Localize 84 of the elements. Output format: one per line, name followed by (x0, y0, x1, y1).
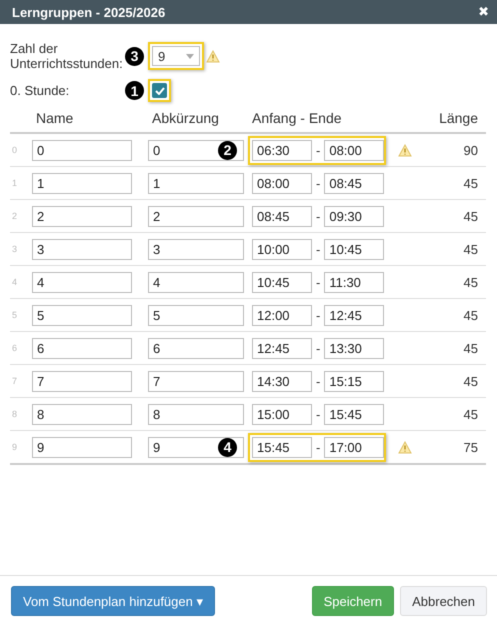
end-time-input[interactable]: 09:30 (324, 206, 384, 226)
name-input[interactable]: 0 (32, 140, 132, 160)
column-header: Anfang - Ende (252, 110, 343, 126)
start-time-input[interactable]: 06:30 (252, 140, 312, 160)
range-separator: - (316, 440, 320, 454)
range-separator: - (316, 176, 320, 190)
row-number: 7 (11, 376, 18, 386)
caret-icon (186, 54, 194, 58)
name-input[interactable]: 1 (32, 172, 132, 194)
name-input[interactable]: 5 (32, 304, 132, 326)
start-time-input[interactable]: 15:45 (252, 436, 312, 458)
duration-text: 45 (462, 208, 478, 224)
end-time-input[interactable]: 15:45 (324, 404, 384, 424)
row-number: 2 (11, 211, 18, 221)
duration-text: 45 (462, 374, 478, 388)
end-time-input[interactable]: 15:15 (324, 370, 384, 392)
range-separator: - (316, 406, 320, 422)
row-number: 1 (11, 178, 18, 188)
duration-text: 75 (462, 440, 478, 454)
check-icon (154, 86, 164, 94)
duration-text: 45 (462, 406, 478, 422)
name-input[interactable]: 2 (32, 206, 132, 226)
column-header: Länge (438, 110, 478, 126)
start-time-input[interactable]: 08:45 (252, 206, 312, 226)
window-title: Lerngruppen - 2025/2026 (12, 4, 166, 20)
start-time-input[interactable]: 10:00 (252, 238, 312, 260)
abbreviation-input[interactable]: 4 (148, 272, 244, 292)
column-header: Abkürzung (151, 110, 220, 126)
end-time-input[interactable]: 13:30 (324, 338, 384, 358)
name-input[interactable]: 8 (32, 404, 132, 424)
lesson-count-select[interactable]: 9 (152, 46, 200, 66)
start-time-input[interactable]: 08:00 (252, 172, 312, 194)
range-separator: - (316, 274, 320, 290)
start-time-input[interactable]: 12:00 (252, 304, 312, 326)
row-number: 9 (11, 442, 18, 452)
start-time-input[interactable]: 14:30 (252, 370, 312, 392)
range-separator: - (316, 242, 320, 256)
start-time-input[interactable]: 12:45 (252, 338, 312, 358)
name-input[interactable]: 4 (32, 272, 132, 292)
end-time-input[interactable]: 08:00 (324, 140, 384, 160)
end-time-input[interactable]: 17:00 (324, 436, 384, 458)
abbreviation-input[interactable]: 6 (148, 338, 244, 358)
abbreviation-input[interactable]: 3 (148, 238, 244, 260)
name-input[interactable]: 9 (32, 436, 132, 458)
row-number: 3 (11, 244, 18, 254)
callout-badge: 3 (125, 46, 144, 66)
end-time-input[interactable]: 12:45 (324, 304, 384, 326)
range-separator: - (316, 308, 320, 322)
start-time-input[interactable]: 15:00 (252, 404, 312, 424)
abbreviation-input[interactable]: 7 (148, 370, 244, 392)
duration-text: 45 (462, 242, 478, 256)
column-header: Name (35, 110, 74, 126)
row-number: 5 (11, 310, 18, 320)
name-input[interactable]: 7 (32, 370, 132, 392)
end-time-input[interactable]: 08:45 (324, 172, 384, 194)
row-number: 6 (11, 343, 18, 353)
range-separator: - (316, 208, 320, 224)
end-time-input[interactable]: 11:30 (324, 272, 384, 292)
add-from-timetable-button[interactable]: Vom Stundenplan hinzufügen ▾ (11, 586, 216, 616)
cancel-button[interactable]: Abbrechen (400, 586, 487, 616)
end-time-input[interactable]: 10:45 (324, 238, 384, 260)
duration-text: 45 (462, 274, 478, 290)
name-input[interactable]: 6 (32, 338, 132, 358)
duration-text: 90 (462, 142, 478, 158)
range-separator: - (316, 374, 320, 388)
abbreviation-input[interactable]: 2 (148, 206, 244, 226)
name-input[interactable]: 3 (32, 238, 132, 260)
start-time-input[interactable]: 10:45 (252, 272, 312, 292)
field-label: Zahl der Unterrichtsstunden: (10, 41, 124, 71)
row-number: 4 (11, 277, 18, 287)
abbreviation-input[interactable]: 1 (148, 172, 244, 194)
duration-text: 45 (462, 308, 478, 322)
row-number: 0 (11, 145, 18, 155)
field-label: 0. Stunde: (10, 83, 70, 98)
duration-text: 45 (462, 176, 478, 190)
callout-badge: 1 (125, 81, 144, 100)
row-number: 8 (11, 409, 18, 419)
abbreviation-input[interactable]: 8 (148, 404, 244, 424)
range-separator: - (316, 142, 320, 158)
close-button[interactable]: ✖ (478, 4, 489, 20)
checkbox[interactable] (152, 83, 167, 98)
duration-text: 45 (462, 340, 478, 356)
abbreviation-input[interactable]: 5 (148, 304, 244, 326)
range-separator: - (316, 340, 320, 356)
